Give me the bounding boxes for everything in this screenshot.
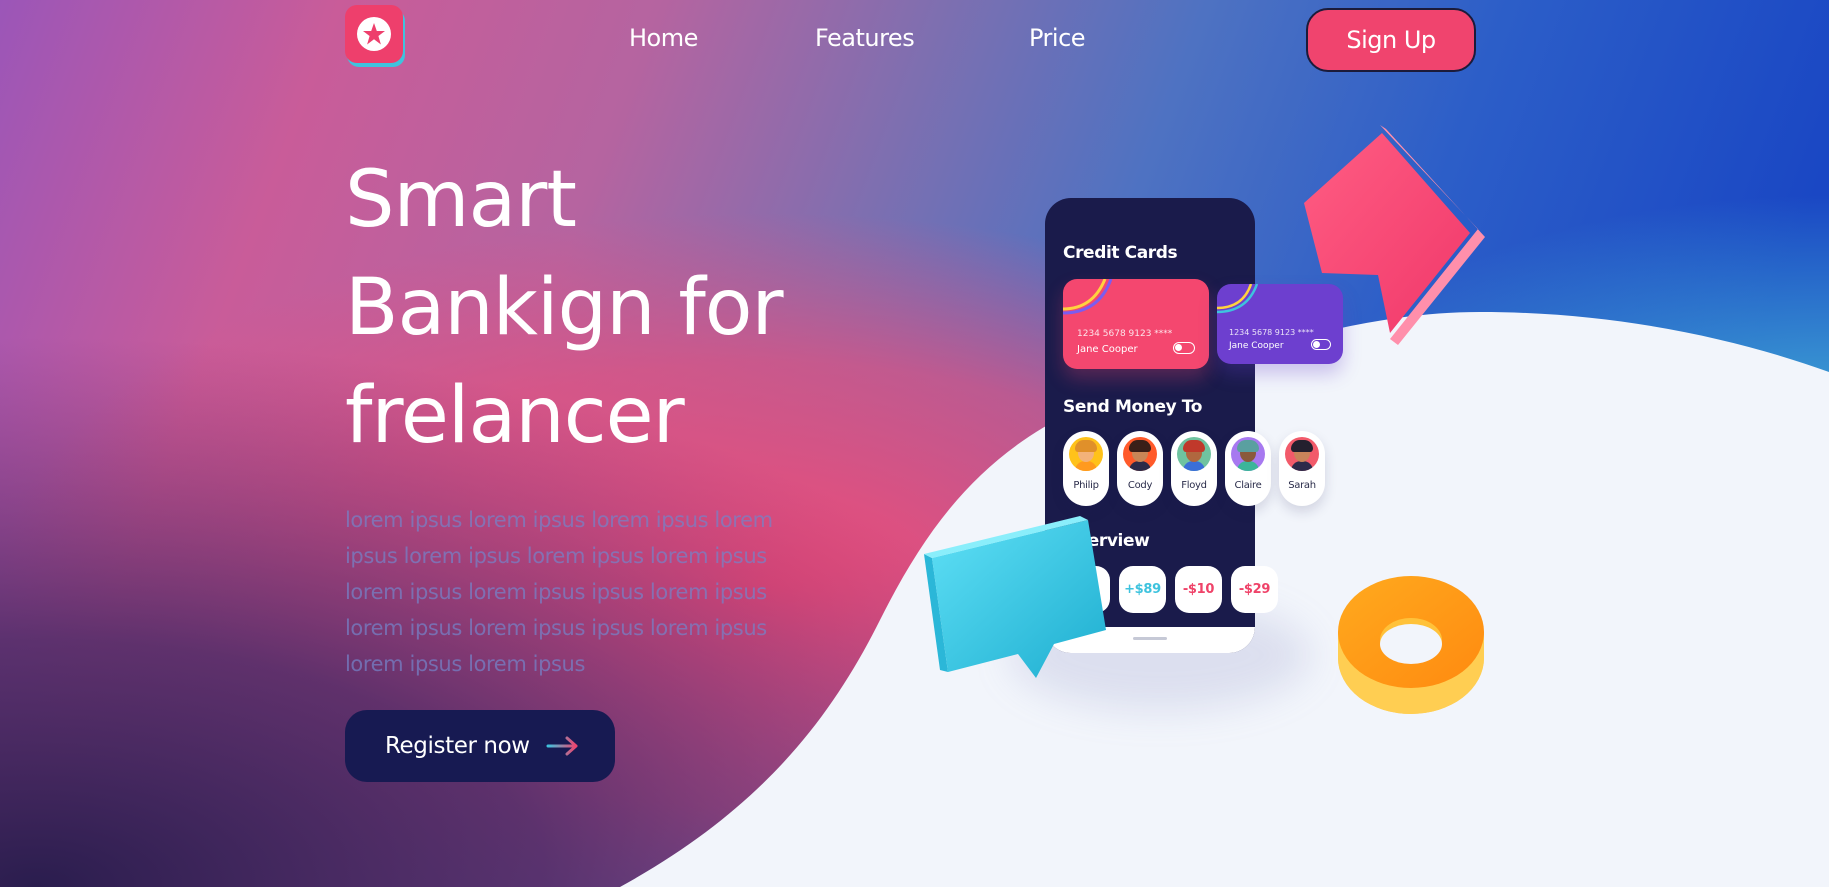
register-now-button[interactable]: Register now: [345, 710, 615, 782]
card-holder: Jane Cooper: [1229, 341, 1284, 351]
card-number: 1234 5678 9123 ****: [1077, 329, 1173, 339]
avatar: [1069, 437, 1103, 471]
contact-name: Sarah: [1288, 480, 1316, 491]
hero-description: lorem ipsus lorem ipsus lorem ipsus lore…: [345, 508, 773, 676]
card-holder: Jane Cooper: [1077, 344, 1138, 355]
transaction-pill[interactable]: -$29: [1231, 566, 1278, 613]
contact-philip[interactable]: Philip: [1063, 431, 1109, 506]
card-toggle[interactable]: [1173, 342, 1195, 354]
chat-bubble-shape: [924, 516, 1106, 678]
transaction-amount: +$89: [1124, 582, 1161, 597]
send-money-heading: Send Money To: [1063, 397, 1203, 417]
credit-card-primary[interactable]: 1234 5678 9123 **** Jane Cooper: [1063, 279, 1209, 369]
brand-logo[interactable]: [345, 5, 405, 65]
avatar: [1177, 437, 1211, 471]
contact-sarah[interactable]: Sarah: [1279, 431, 1325, 506]
register-now-label: Register now: [385, 733, 530, 759]
transaction-amount: -$29: [1238, 582, 1271, 597]
arrow-right-icon: [546, 736, 578, 756]
nav-link-features[interactable]: Features: [815, 24, 915, 52]
credit-card-secondary[interactable]: 1234 5678 9123 **** Jane Cooper: [1217, 284, 1343, 364]
hero-title-line: Smart: [345, 155, 577, 245]
donut-shape: [1338, 576, 1484, 714]
transaction-amount: -$10: [1182, 582, 1215, 597]
transaction-pill[interactable]: +$89: [1119, 566, 1166, 613]
contact-floyd[interactable]: Floyd: [1171, 431, 1217, 506]
contact-name: Cody: [1127, 480, 1153, 491]
hero-title: Smart Bankign for frelancer: [345, 146, 865, 470]
avatar: [1231, 437, 1265, 471]
star-icon: [357, 17, 391, 51]
contact-name: Claire: [1234, 480, 1262, 491]
transaction-pill[interactable]: -$10: [1175, 566, 1222, 613]
hero-title-line: Bankign for: [345, 263, 784, 353]
card-arc-decoration: [1217, 284, 1259, 314]
card-number: 1234 5678 9123 ****: [1229, 328, 1314, 337]
avatar: [1123, 437, 1157, 471]
nav-link-home[interactable]: Home: [629, 24, 698, 52]
contact-claire[interactable]: Claire: [1225, 431, 1271, 506]
card-toggle[interactable]: [1311, 339, 1331, 350]
card-arc-decoration: [1063, 279, 1113, 315]
avatar: [1285, 437, 1319, 471]
sign-up-button[interactable]: Sign Up: [1306, 8, 1476, 72]
nav-link-price[interactable]: Price: [1029, 24, 1086, 52]
hero-background: [0, 0, 1829, 887]
contact-cody[interactable]: Cody: [1117, 431, 1163, 506]
landing-page: Home Features Price Sign Up Smart Bankig…: [0, 0, 1829, 887]
contact-name: Philip: [1073, 480, 1099, 491]
contact-name: Floyd: [1181, 480, 1207, 491]
credit-cards-heading: Credit Cards: [1063, 243, 1178, 263]
hero-title-line: frelancer: [345, 371, 685, 461]
home-indicator: [1133, 637, 1167, 640]
